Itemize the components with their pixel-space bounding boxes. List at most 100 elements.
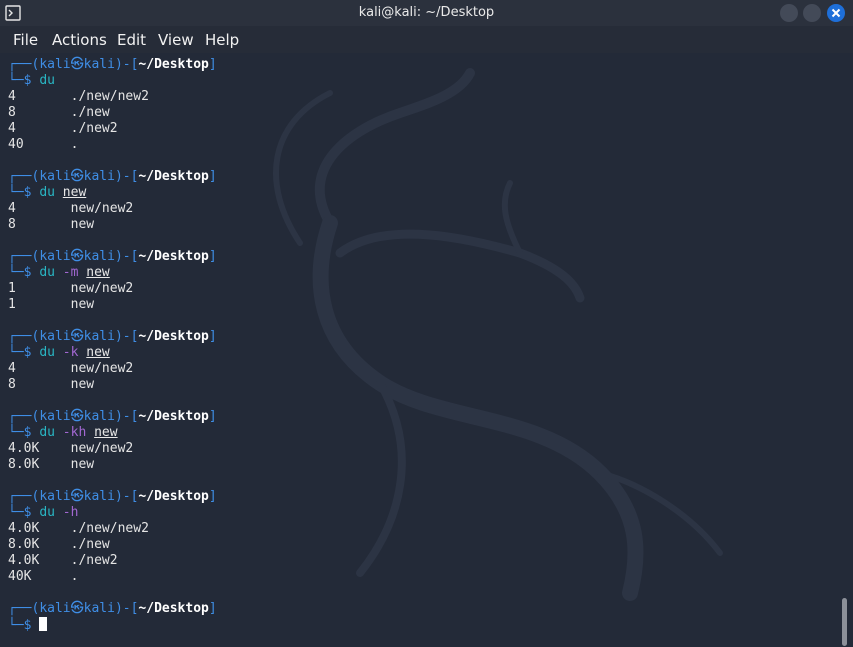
prompt-path: ~/Desktop [138,57,209,72]
prompt-frame: ┌──( [8,601,40,616]
prompt-frame: ] [208,601,217,616]
menu-view[interactable]: View [158,31,194,49]
output-size: 8 [8,105,71,120]
output-size: 8 [8,377,71,392]
command-line: └─$ du -m new [8,265,217,281]
output-line: 4 ./new/new2 [8,89,217,105]
prompt-frame: )-[ [114,57,139,72]
command-name: du [39,505,55,520]
output-path: new [70,297,95,312]
terminal-area[interactable]: ┌──(kali㉿kali)-[~/Desktop] └─$ du 4 ./new/… [0,53,853,647]
prompt-user-host: kali㉿kali [39,169,115,184]
prompt-user-host: kali㉿kali [39,409,115,424]
output-path: ./new2 [70,553,118,568]
close-icon [831,8,841,18]
output-line: 8 new [8,377,217,393]
prompt-dollar: └─$ [8,265,40,280]
prompt-user-host: kali㉿kali [39,489,115,504]
prompt-frame: ┌──( [8,489,40,504]
prompt-header: ┌──(kali㉿kali)-[~/Desktop] [8,409,217,425]
prompt-header: ┌──(kali㉿kali)-[~/Desktop] [8,169,217,185]
prompt-frame: ┌──( [8,409,40,424]
prompt-path: ~/Desktop [138,169,209,184]
command-arg: new [86,345,110,360]
output-size: 4 [8,201,71,216]
prompt-frame: ┌──( [8,57,40,72]
text-cursor [39,617,48,631]
terminal-output: ┌──(kali㉿kali)-[~/Desktop] └─$ du 4 ./new/… [8,57,217,633]
output-path: ./new/new2 [70,89,149,104]
output-path: new/new2 [70,361,134,376]
prompt-header: ┌──(kali㉿kali)-[~/Desktop] [8,601,217,617]
output-path: new [70,457,95,472]
prompt-dollar: └─$ [8,425,40,440]
prompt-path: ~/Desktop [138,249,209,264]
output-line: 40 . [8,137,217,153]
scrollbar[interactable] [842,598,847,646]
output-line: 40K . [8,569,217,585]
prompt-frame: )-[ [114,601,139,616]
prompt-frame: ┌──( [8,249,40,264]
output-line: 4 new/new2 [8,201,217,217]
output-path: new/new2 [70,201,134,216]
command-name: du [39,185,55,200]
prompt-dollar: └─$ [8,345,40,360]
prompt-frame: )-[ [114,489,139,504]
output-line: 4.0K ./new2 [8,553,217,569]
output-size: 1 [8,281,71,296]
close-button[interactable] [827,4,845,22]
output-line: 1 new/new2 [8,281,217,297]
output-size: 8 [8,217,71,232]
command-line: └─$ du -h [8,505,217,521]
output-size: 40 [8,137,71,152]
command-line: └─$ du -kh new [8,425,217,441]
prompt-frame: )-[ [114,169,139,184]
output-path: new [70,377,95,392]
output-path: ./new2 [70,121,118,136]
command-arg: new [94,425,118,440]
output-size: 4 [8,361,71,376]
output-path: new/new2 [70,441,134,456]
prompt-frame: ] [208,249,217,264]
command-line: └─$ [8,617,217,633]
output-line: 8.0K new [8,457,217,473]
prompt-path: ~/Desktop [138,489,209,504]
prompt-path: ~/Desktop [138,409,209,424]
output-line: 4 new/new2 [8,361,217,377]
output-path: new [70,217,95,232]
output-path: . [70,137,79,152]
prompt-dollar: └─$ [8,185,40,200]
command-name: du [39,265,55,280]
menu-actions[interactable]: Actions [52,31,107,49]
command-arg: new [86,265,110,280]
output-line: 8 ./new [8,105,217,121]
output-line: 8 new [8,217,217,233]
output-size: 4.0K [8,521,71,536]
prompt-user-host: kali㉿kali [39,601,115,616]
menu-file[interactable]: File [13,31,38,49]
command-line: └─$ du -k new [8,345,217,361]
output-size: 4.0K [8,553,71,568]
minimize-button[interactable] [780,4,798,22]
menu-edit[interactable]: Edit [117,31,146,49]
prompt-path: ~/Desktop [138,329,209,344]
prompt-frame: ] [208,169,217,184]
prompt-dollar: └─$ [8,618,40,633]
menu-help[interactable]: Help [205,31,239,49]
maximize-button[interactable] [803,4,821,22]
prompt-frame: )-[ [114,329,139,344]
menu-bar: File Actions Edit View Help [0,26,853,54]
output-size: 8.0K [8,457,71,472]
output-line: 8.0K ./new [8,537,217,553]
prompt-header: ┌──(kali㉿kali)-[~/Desktop] [8,57,217,73]
command-name: du [39,425,55,440]
